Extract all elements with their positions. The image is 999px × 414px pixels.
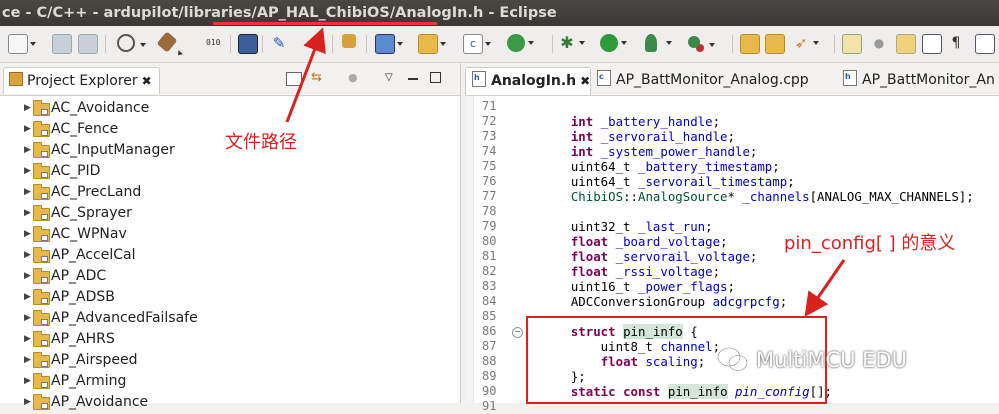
watermark-text: MultiMCU EDU bbox=[756, 348, 907, 372]
annotation-arrows bbox=[285, 27, 846, 317]
wechat-logo-icon bbox=[717, 347, 748, 372]
file-path-arrow bbox=[285, 27, 326, 123]
pin-config-arrow bbox=[804, 259, 846, 317]
